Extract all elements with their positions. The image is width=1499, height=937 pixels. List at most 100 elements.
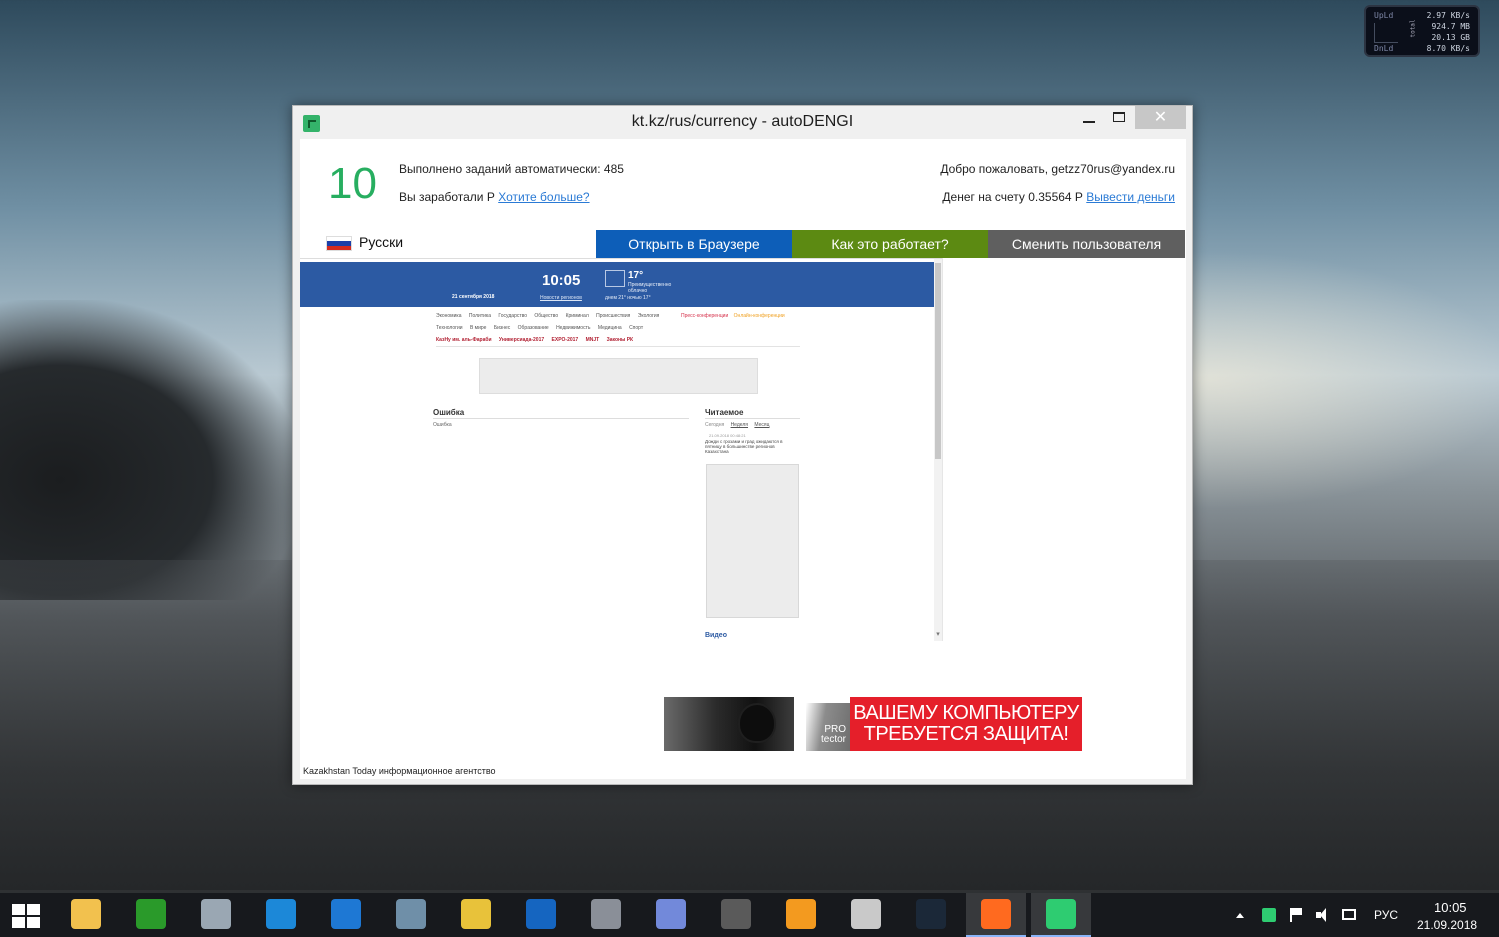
menu-item[interactable]: Спорт [629, 325, 643, 331]
want-more-link[interactable]: Хотите больше? [498, 190, 589, 204]
clock-date[interactable]: 21.09.2018 [1417, 918, 1477, 932]
site-special-links: КазНу им. аль-Фараби Универсиада-2017 EX… [436, 337, 639, 343]
special-link[interactable]: КазНу им. аль-Фараби [436, 337, 492, 343]
earned-label: Вы заработали Р [399, 190, 495, 204]
server-tool-icon [591, 899, 621, 929]
error-text: Ошибка [433, 422, 452, 428]
internet-explorer-icon [331, 899, 361, 929]
open-in-browser-button[interactable]: Открыть в Браузере [596, 230, 792, 258]
maximize-icon [1113, 112, 1125, 122]
browser-scrollbar[interactable]: ▾ [934, 259, 942, 641]
error-heading: Ошибка [433, 408, 465, 417]
taskbar-app-calculator[interactable] [381, 893, 441, 937]
site-header: 10:05 21 сентября 2018 Новости регионов … [300, 262, 934, 307]
taskbar-app-malwarebytes[interactable] [511, 893, 571, 937]
taskbar-app-notepad-pencil[interactable] [186, 893, 246, 937]
protector-ad-banner[interactable]: PRO tector ВАШЕМУ КОМПЬЮТЕРУ ТРЕБУЕТСЯ З… [664, 697, 1082, 751]
input-language-indicator[interactable]: РУС [1374, 908, 1398, 922]
taskbar: РУС 10:05 21.09.2018 [0, 893, 1499, 937]
total-upload: 924.7 MB [1431, 22, 1470, 31]
earned-text: Вы заработали Р Хотите больше? [399, 190, 590, 204]
zona-icon [266, 899, 296, 929]
taskbar-app-bolt-app[interactable] [836, 893, 896, 937]
withdraw-link[interactable]: Вывести деньги [1086, 190, 1175, 204]
menu-item[interactable]: Экономика [436, 313, 461, 319]
window-title: kt.kz/rus/currency - autoDENGI [631, 113, 854, 130]
autodengi-tray-icon[interactable] [1262, 908, 1276, 922]
taskbar-app-discord[interactable] [641, 893, 701, 937]
taskbar-app-avast[interactable] [771, 893, 831, 937]
scroll-down-icon[interactable]: ▾ [934, 630, 942, 638]
autodengi-window: kt.kz/rus/currency - autoDENGI ✕ 10 Выпо… [292, 105, 1193, 785]
footer-text: Kazakhstan Today информационное агентств… [303, 766, 496, 776]
minimize-button[interactable] [1074, 106, 1104, 129]
special-link[interactable]: Законы РК [607, 337, 633, 343]
balance-text: Денег на счету 0.35564 Р Вывести деньги [942, 190, 1175, 204]
tab-today[interactable]: Сегодня [705, 422, 724, 428]
taskbar-app-steam[interactable] [901, 893, 961, 937]
title-bar[interactable]: kt.kz/rus/currency - autoDENGI ✕ [293, 106, 1192, 139]
taskbar-app-mp3directcut[interactable] [121, 893, 181, 937]
press-conference-link[interactable]: Пресс-конференции [681, 313, 728, 319]
hacker-image [664, 697, 794, 751]
menu-item[interactable]: Экология [638, 313, 660, 319]
menu-item[interactable]: Государство [498, 313, 527, 319]
menu-item[interactable]: Криминал [566, 313, 589, 319]
embedded-browser-view[interactable]: 10:05 21 сентября 2018 Новости регионов … [300, 258, 942, 641]
regional-news-link[interactable]: Новости регионов [540, 295, 582, 301]
download-label: DnLd [1374, 44, 1394, 53]
balance-label: Денег на счету 0.35564 Р [942, 190, 1083, 204]
maximize-button[interactable] [1104, 106, 1134, 129]
network-icon[interactable] [1342, 909, 1356, 920]
menu-item[interactable]: Медицина [598, 325, 622, 331]
news-headline-link[interactable]: Дожди с грозами и град ожидаются в пятни… [705, 439, 795, 454]
special-link[interactable]: Универсиада-2017 [499, 337, 544, 343]
menu-item[interactable]: В мире [470, 325, 487, 331]
menu-item[interactable]: Технологии [436, 325, 463, 331]
taskbar-app-autodengi[interactable] [1031, 893, 1091, 937]
minimize-icon [1083, 121, 1095, 123]
clock-time[interactable]: 10:05 [1434, 900, 1467, 915]
autodengi-icon [1046, 899, 1076, 929]
online-conference-link[interactable]: Онлайн-конференции [734, 313, 785, 319]
menu-item[interactable]: Образование [518, 325, 549, 331]
site-menu-row-2: Технологии В мире Бизнес Образование Нед… [436, 325, 649, 331]
tab-week[interactable]: Неделя [731, 422, 748, 428]
taskbar-app-file-explorer[interactable] [56, 893, 116, 937]
russian-flag-icon [326, 236, 352, 251]
show-hidden-icons-icon[interactable] [1236, 912, 1244, 918]
volume-icon[interactable] [1316, 908, 1330, 922]
mp3directcut-icon [136, 899, 166, 929]
network-meter-widget: UpLd 2.97 KB/s 924.7 MB 20.13 GB DnLd 8.… [1364, 5, 1480, 57]
how-it-works-button[interactable]: Как это работает? [792, 230, 988, 258]
menu-item[interactable]: Происшествия [596, 313, 630, 319]
firefox-icon [981, 899, 1011, 929]
site-menu-row-1: Экономика Политика Государство Общество … [436, 313, 665, 319]
special-link[interactable]: EXPO-2017 [552, 337, 579, 343]
switch-user-button[interactable]: Сменить пользователя [988, 230, 1185, 258]
task-counter: 10 [328, 159, 377, 208]
action-center-flag-icon[interactable] [1290, 908, 1304, 922]
welcome-text: Добро пожаловать, getzz70rus@yandex.ru [940, 162, 1175, 176]
network-graph [1374, 23, 1398, 43]
scrollbar-thumb[interactable] [935, 263, 941, 459]
taskbar-app-internet-explorer[interactable] [316, 893, 376, 937]
app-client-area: 10 Выполнено заданий автоматически: 485 … [300, 139, 1186, 779]
special-link[interactable]: MNJT [586, 337, 600, 343]
taskbar-app-zona[interactable] [251, 893, 311, 937]
site-divider [436, 346, 800, 347]
steam-icon [916, 899, 946, 929]
menu-item[interactable]: Бизнес [494, 325, 510, 331]
tab-month[interactable]: Месяц [754, 422, 769, 428]
taskbar-app-world-of-tanks[interactable] [706, 893, 766, 937]
taskbar-app-paint-brushes[interactable] [446, 893, 506, 937]
menu-item[interactable]: Политика [469, 313, 491, 319]
browser-side-divider [942, 258, 943, 641]
menu-item[interactable]: Недвижимость [556, 325, 590, 331]
menu-item[interactable]: Общество [534, 313, 558, 319]
close-button[interactable]: ✕ [1135, 106, 1186, 129]
sidebar-ad-placeholder [706, 464, 799, 618]
start-button[interactable] [12, 904, 42, 928]
taskbar-app-firefox[interactable] [966, 893, 1026, 937]
taskbar-app-server-tool[interactable] [576, 893, 636, 937]
